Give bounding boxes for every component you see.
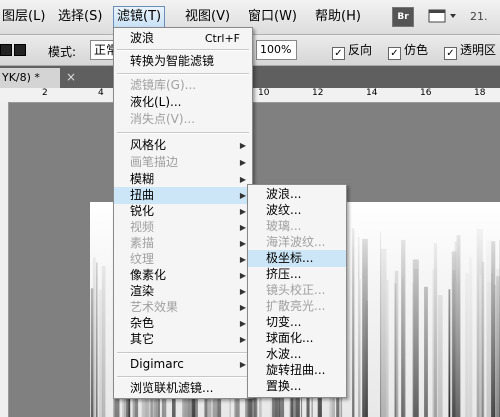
menu-item-ocean-ripple: 海洋波纹... <box>266 235 326 249</box>
menu-item-filter-gallery: 滤镜库(G)... <box>130 78 197 92</box>
menu-item-shear[interactable]: 切变... <box>248 314 346 331</box>
menu-item-texture: 纹理 ▶ <box>130 252 246 266</box>
distort-submenu: 波浪... 波纹... 玻璃... 海洋波纹... 极坐标... 挤压... 镜… <box>247 184 347 398</box>
menu-filter[interactable]: 滤镜(T) <box>113 6 166 28</box>
menu-item-pinch[interactable]: 挤压... <box>248 266 346 283</box>
menu-item-glass: 玻璃... <box>266 219 302 233</box>
menu-view[interactable]: 视图(V) <box>183 8 232 26</box>
transparency-checkbox[interactable]: ✓ 透明区 <box>444 43 496 60</box>
menu-item-noise[interactable]: 杂色 ▶ <box>114 315 252 332</box>
menu-item-polar-coordinates[interactable]: 极坐标... <box>248 250 346 267</box>
menu-item-wave-last[interactable]: 波浪 Ctrl+F <box>114 30 252 47</box>
close-icon[interactable]: × <box>66 70 76 84</box>
menu-item-sharpen[interactable]: 锐化 ▶ <box>114 203 252 220</box>
dither-checkbox[interactable]: ✓ 仿色 <box>388 43 428 60</box>
menu-item-other[interactable]: 其它 ▶ <box>114 331 252 348</box>
ruler-label: 16 <box>420 88 432 98</box>
document-title: YK/8) * <box>2 71 40 84</box>
menu-item-sketch: 素描 ▶ <box>130 236 246 250</box>
submenu-arrow-icon: ▶ <box>239 175 246 184</box>
submenu-arrow-icon: ▶ <box>239 303 246 312</box>
menu-item-vanishing-point: 消失点(V)... <box>130 112 196 126</box>
gradient-swatch-icon[interactable] <box>14 44 26 56</box>
ruler-label: 14 <box>366 88 378 98</box>
menu-item-lens-correction: 镜头校正... <box>266 283 326 297</box>
submenu-arrow-icon: ▶ <box>239 158 246 167</box>
bridge-button[interactable]: Br <box>392 7 414 27</box>
menu-item-browse-filters-online[interactable]: 浏览联机滤镜... <box>114 380 252 397</box>
menu-item-render[interactable]: 渲染 ▶ <box>114 283 252 300</box>
document-tab[interactable]: YK/8) * <box>0 68 60 88</box>
menu-item-pixelate[interactable]: 像素化 ▶ <box>114 267 252 284</box>
menu-item-wave[interactable]: 波浪... <box>248 186 346 203</box>
menu-item-ripple[interactable]: 波纹... <box>248 202 346 219</box>
submenu-arrow-icon: ▶ <box>239 271 246 280</box>
submenu-arrow-icon: ▶ <box>239 141 246 150</box>
version-label: 21. <box>470 10 488 23</box>
submenu-arrow-icon: ▶ <box>239 319 246 328</box>
menu-item-artistic: 艺术效果 ▶ <box>130 300 246 314</box>
menu-item-video: 视频 ▶ <box>130 220 246 234</box>
reverse-label: 反向 <box>348 43 373 57</box>
submenu-arrow-icon: ▶ <box>239 360 246 369</box>
dither-label: 仿色 <box>404 43 429 57</box>
menu-layer[interactable]: 图层(L) <box>0 8 47 26</box>
submenu-arrow-icon: ▶ <box>239 223 246 232</box>
menu-item-distort[interactable]: 扭曲 ▶ <box>114 187 252 204</box>
menu-item-stylize[interactable]: 风格化 ▶ <box>114 137 252 154</box>
ruler-label: 4 <box>98 88 104 98</box>
submenu-arrow-icon: ▶ <box>239 191 246 200</box>
menu-item-blur[interactable]: 模糊 ▶ <box>114 171 252 188</box>
menu-item-digimarc[interactable]: Digimarc ▶ <box>114 356 252 373</box>
submenu-arrow-icon: ▶ <box>239 255 246 264</box>
ruler-label: 2 <box>42 88 48 98</box>
opacity-input[interactable]: 100% <box>256 40 297 60</box>
transparency-label: 透明区 <box>460 43 497 57</box>
submenu-arrow-icon: ▶ <box>239 335 246 344</box>
vertical-ruler <box>0 102 9 417</box>
menu-window[interactable]: 窗口(W) <box>246 8 299 26</box>
menu-help[interactable]: 帮助(H) <box>313 8 363 26</box>
ruler-label: 10 <box>258 88 270 98</box>
menu-item-spherize[interactable]: 球面化... <box>248 330 346 347</box>
submenu-arrow-icon: ▶ <box>239 287 246 296</box>
menu-item-diffuse-glow: 扩散亮光... <box>266 299 326 313</box>
menu-item-displace[interactable]: 置换... <box>248 378 346 395</box>
menu-item-twirl[interactable]: 旋转扭曲... <box>248 362 346 379</box>
gradient-swatch-icon[interactable] <box>0 44 12 56</box>
menu-item-liquify[interactable]: 液化(L)... <box>114 94 252 111</box>
submenu-arrow-icon: ▶ <box>239 207 246 216</box>
submenu-arrow-icon: ▶ <box>239 239 246 248</box>
reverse-checkbox[interactable]: ✓ 反向 <box>332 43 372 60</box>
ruler-label: 18 <box>474 88 486 98</box>
filter-menu: 波浪 Ctrl+F 转换为智能滤镜 滤镜库(G)... 液化(L)... 消失点(… <box>113 27 253 399</box>
screen-mode-icon[interactable] <box>428 8 458 24</box>
menu-item-convert-smart-filter[interactable]: 转换为智能滤镜 <box>114 53 252 70</box>
menu-select[interactable]: 选择(S) <box>56 8 104 26</box>
menu-item-zigzag[interactable]: 水波... <box>248 346 346 363</box>
mode-label: 模式: <box>48 45 77 59</box>
ruler-label: 12 <box>312 88 324 98</box>
menu-item-brush-strokes: 画笔描边 ▶ <box>130 155 246 169</box>
